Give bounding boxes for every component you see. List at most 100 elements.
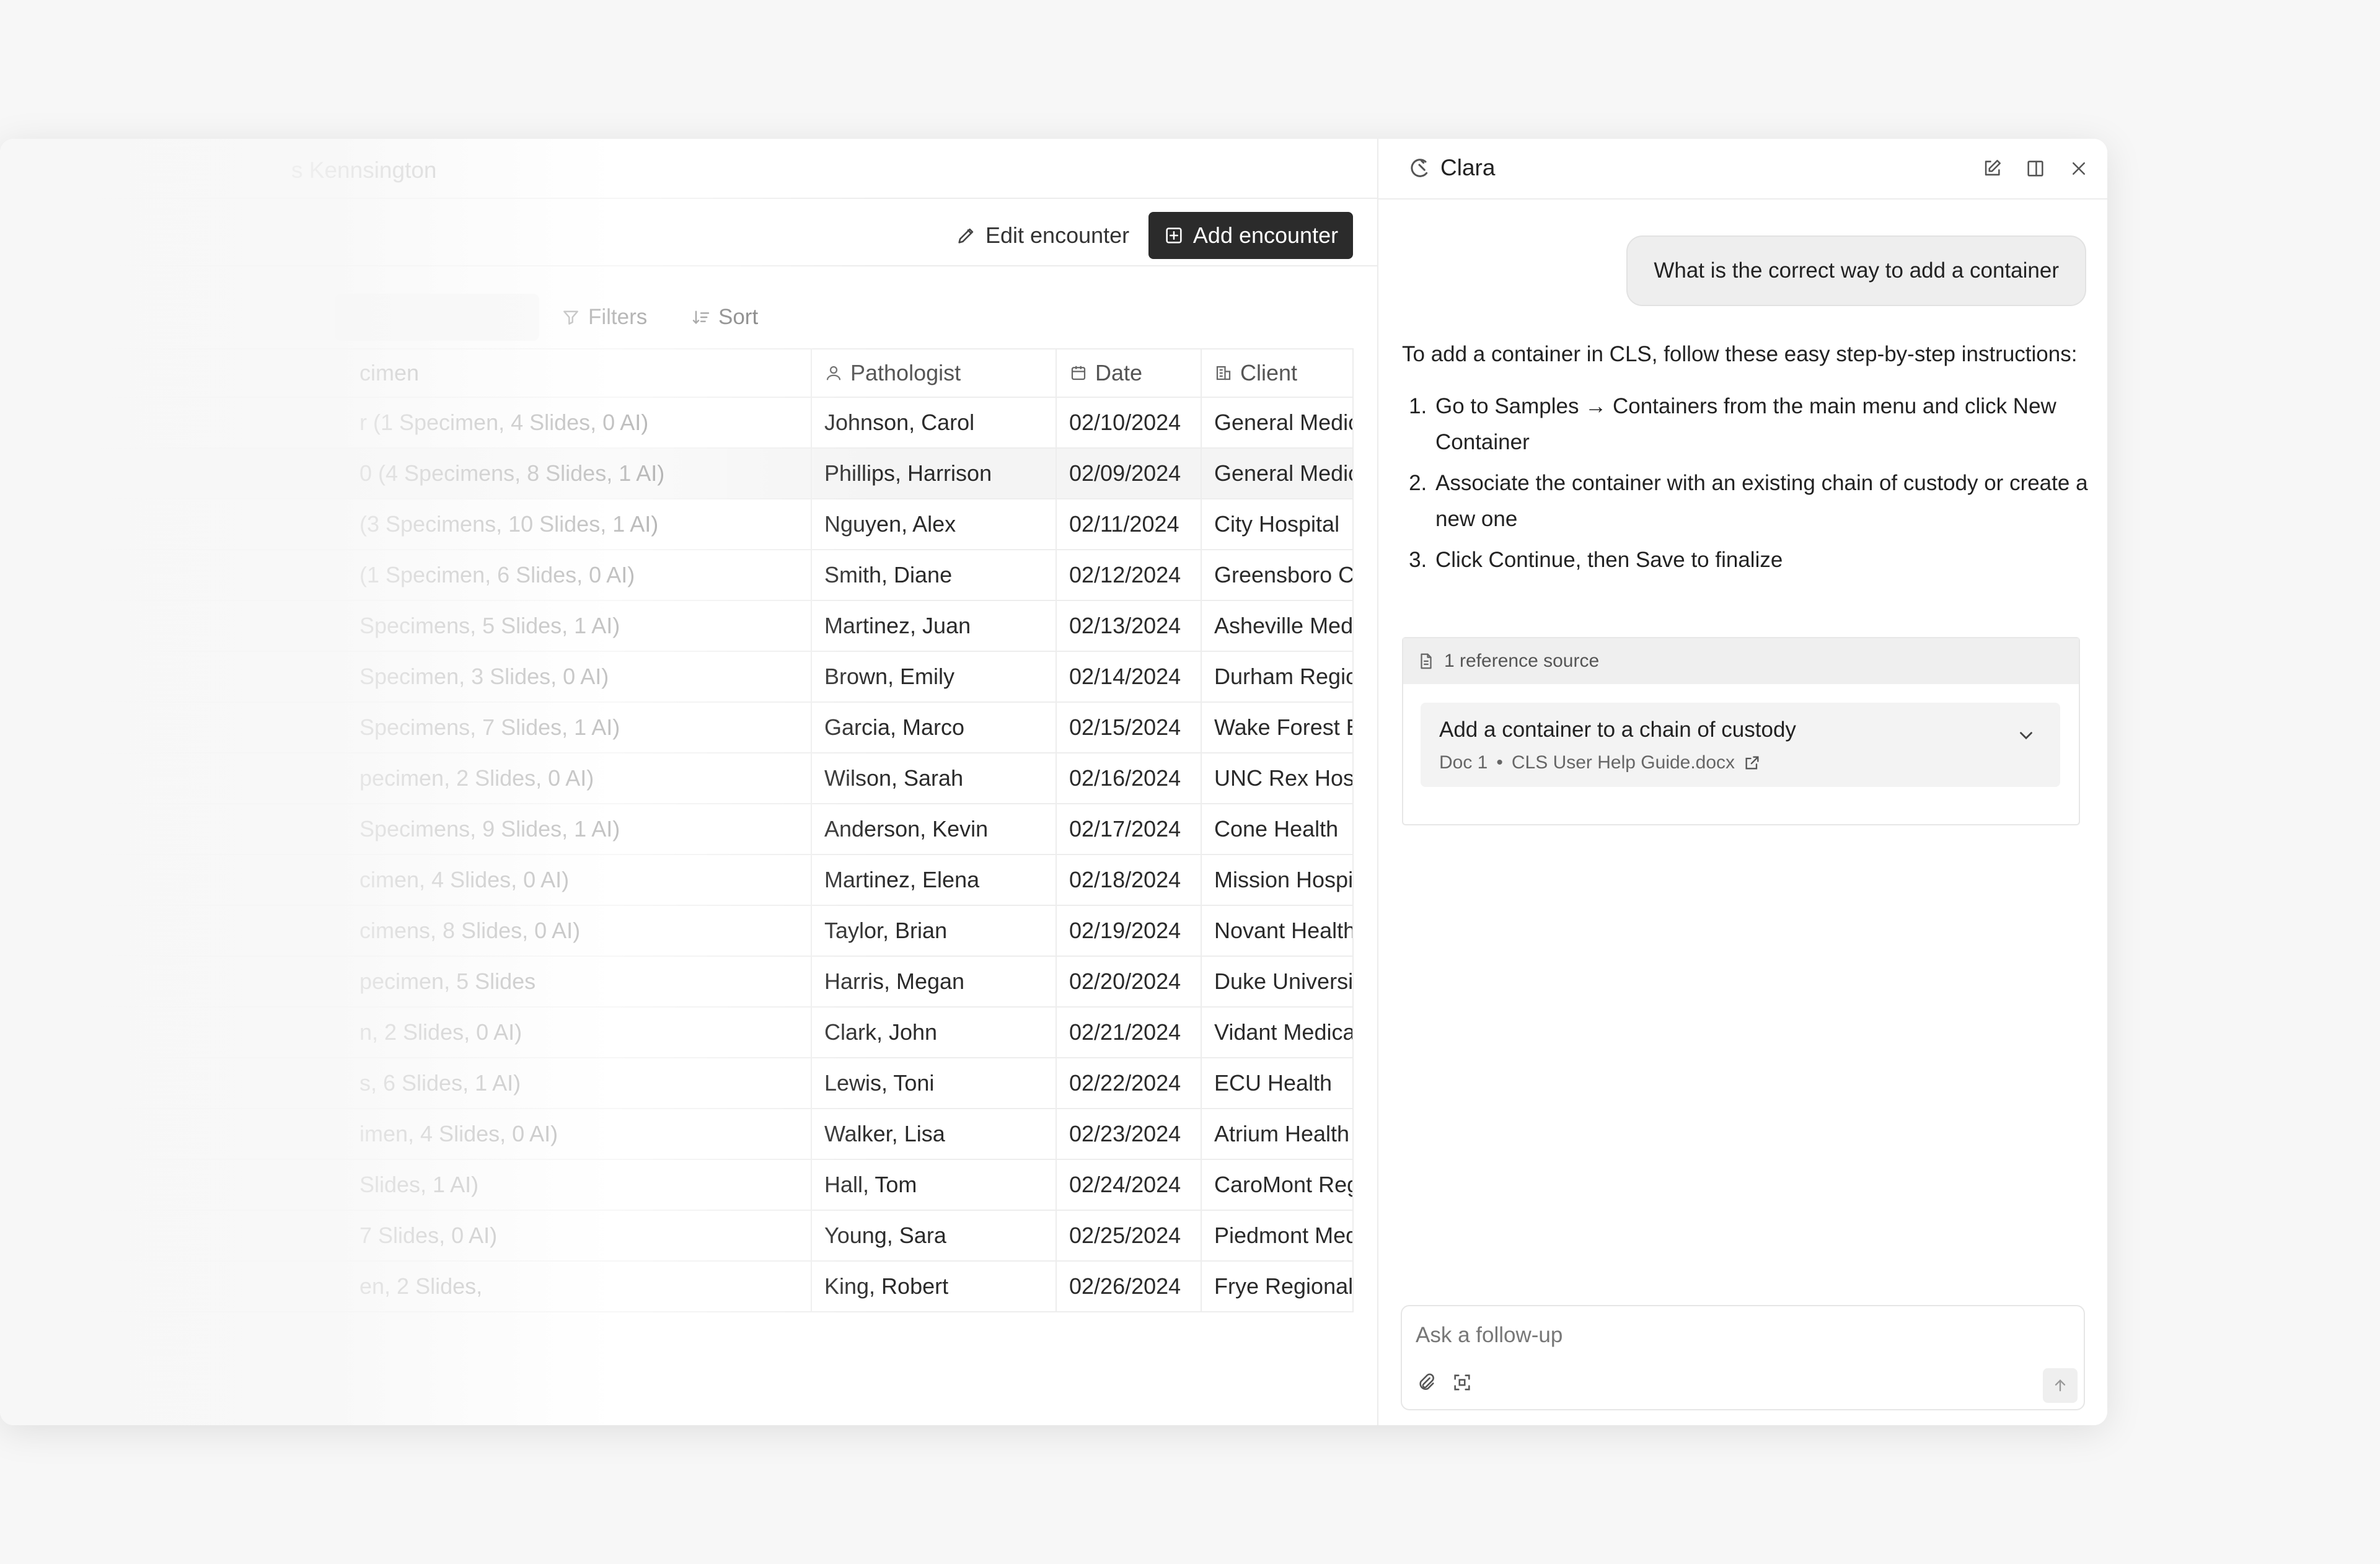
specimen-cell: Specimen, 3 Slides, 0 AI) — [359, 664, 609, 689]
column-header-client[interactable]: Client — [1201, 349, 1354, 397]
date-cell: 02/26/2024 — [1056, 1262, 1201, 1311]
pathologist-cell: Taylor, Brian — [811, 906, 1056, 956]
reference-file[interactable]: CLS User Help Guide.docx — [1512, 752, 1735, 773]
date-cell: 02/11/2024 — [1056, 499, 1201, 549]
column-header-date[interactable]: Date — [1056, 349, 1201, 397]
column-header-specimen[interactable]: cimen — [347, 349, 811, 397]
client-cell: Asheville Med — [1201, 601, 1354, 651]
specimen-cell: r (1 Specimen, 4 Slides, 0 AI) — [359, 410, 649, 435]
paperclip-icon[interactable] — [1416, 1372, 1437, 1393]
client-cell: CaroMont Reg — [1201, 1160, 1354, 1210]
table-row[interactable]: Specimen, 3 Slides, 0 AI) Brown, Emily 02/… — [0, 652, 1354, 703]
external-link-icon[interactable] — [1743, 754, 1761, 771]
reference-count: 1 reference source — [1444, 651, 1600, 671]
table-row[interactable]: en, 2 Slides, King, Robert 02/26/2024 Frye … — [0, 1262, 1354, 1312]
pathologist-cell: Johnson, Carol — [811, 398, 1056, 447]
table-row[interactable]: 7 Slides, 0 AI) Young, Sara 02/25/2024 Pied… — [0, 1211, 1354, 1262]
specimen-cell: s, 6 Slides, 1 AI) — [359, 1070, 521, 1096]
table-row[interactable]: pecimen, 2 Slides, 0 AI) Wilson, Sarah 02/… — [0, 753, 1354, 804]
filters-button[interactable]: Filters — [561, 299, 647, 336]
date-cell: 02/23/2024 — [1056, 1109, 1201, 1159]
table-row[interactable]: r (1 Specimen, 4 Slides, 0 AI) Johnson, C… — [0, 398, 1354, 449]
follow-up-input[interactable] — [1414, 1317, 2037, 1353]
assistant-answer: To add a container in CLS, follow these … — [1402, 338, 2090, 583]
edit-encounter-label: Edit encounter — [985, 222, 1130, 248]
user-message: What is the correct way to add a contain… — [1626, 235, 2086, 306]
pathologist-cell: Nguyen, Alex — [811, 499, 1056, 549]
add-encounter-button[interactable]: Add encounter — [1148, 212, 1353, 259]
answer-step: Click Continue, then Save to finalize — [1433, 542, 2090, 578]
specimen-cell: (3 Specimens, 10 Slides, 1 AI) — [359, 511, 659, 537]
column-label: Pathologist — [850, 360, 961, 385]
specimen-cell: 7 Slides, 0 AI) — [359, 1223, 498, 1248]
specimen-cell: Specimens, 5 Slides, 1 AI) — [359, 613, 620, 638]
page-title: s Kennsington — [291, 157, 437, 183]
specimen-cell: imen, 4 Slides, 0 AI) — [359, 1121, 558, 1146]
pathologist-cell: Garcia, Marco — [811, 703, 1056, 752]
pathologist-cell: Martinez, Juan — [811, 601, 1056, 651]
assistant-name: Clara — [1440, 155, 1496, 180]
answer-intro: To add a container in CLS, follow these … — [1402, 342, 2078, 366]
column-label: Date — [1095, 360, 1143, 385]
table-row[interactable]: Specimens, 7 Slides, 1 AI) Garcia, Marco 0… — [0, 703, 1354, 753]
table-header: cimen Pathologist Date Client — [0, 348, 1354, 398]
pencil-icon — [958, 228, 974, 244]
specimen-cell: Specimens, 7 Slides, 1 AI) — [359, 714, 620, 740]
client-cell: General Medical — [1201, 398, 1354, 447]
table-row[interactable]: s, 6 Slides, 1 AI) Lewis, Toni 02/22/2024 E… — [0, 1058, 1354, 1109]
date-cell: 02/09/2024 — [1056, 449, 1201, 498]
send-button[interactable] — [2043, 1368, 2078, 1403]
date-cell: 02/17/2024 — [1056, 804, 1201, 854]
chevron-down-icon[interactable] — [2016, 725, 2037, 746]
app-window: s Kennsington Edit encounter Add encount… — [0, 139, 2107, 1425]
close-icon[interactable] — [2066, 156, 2091, 181]
new-chat-icon[interactable] — [1980, 156, 2004, 181]
client-cell: General Medical — [1201, 449, 1354, 498]
date-cell: 02/18/2024 — [1056, 855, 1201, 905]
pathologist-cell: Anderson, Kevin — [811, 804, 1056, 854]
date-cell: 02/19/2024 — [1056, 906, 1201, 956]
pathologist-cell: King, Robert — [811, 1262, 1056, 1311]
arrow-up-icon — [2055, 1379, 2066, 1392]
table-row[interactable]: (3 Specimens, 10 Slides, 1 AI) Nguyen, Al… — [0, 499, 1354, 550]
pathologist-cell: Hall, Tom — [811, 1160, 1056, 1210]
table-row[interactable]: cimen, 4 Slides, 0 AI) Martinez, Elena 02/… — [0, 855, 1354, 906]
client-cell: Durham Regio — [1201, 652, 1354, 701]
column-header-pathologist[interactable]: Pathologist — [811, 349, 1056, 397]
screenshot-icon[interactable] — [1452, 1372, 1473, 1393]
client-cell: Greensboro C — [1201, 550, 1354, 600]
edit-encounter-button[interactable]: Edit encounter — [942, 213, 1143, 258]
client-cell: Duke Universi — [1201, 957, 1354, 1006]
composer-actions — [1416, 1372, 1473, 1393]
client-cell: City Hospital — [1201, 499, 1354, 549]
table-row[interactable]: pecimen, 5 Slides Harris, Megan 02/20/2024… — [0, 957, 1354, 1008]
specimen-cell: en, 2 Slides, — [359, 1273, 483, 1299]
table-body: r (1 Specimen, 4 Slides, 0 AI) Johnson, C… — [0, 398, 1354, 1312]
table-row[interactable]: Slides, 1 AI) Hall, Tom 02/24/2024 CaroMont… — [0, 1160, 1354, 1211]
date-cell: 02/13/2024 — [1056, 601, 1201, 651]
assistant-title: Clara — [1407, 155, 1495, 181]
reference-title: Add a container to a chain of custody — [1439, 718, 1796, 742]
client-cell: ECU Health — [1201, 1058, 1354, 1108]
reference-card[interactable]: Add a container to a chain of custody Do… — [1421, 703, 2060, 787]
date-cell: 02/16/2024 — [1056, 753, 1201, 803]
table-row[interactable]: Specimens, 5 Slides, 1 AI) Martinez, Juan… — [0, 601, 1354, 652]
follow-up-composer — [1401, 1305, 2085, 1410]
add-encounter-label: Add encounter — [1192, 222, 1339, 248]
document-icon — [1421, 653, 1432, 669]
table-row[interactable]: cimens, 8 Slides, 0 AI) Taylor, Brian 02/1… — [0, 906, 1354, 957]
divider — [0, 265, 1377, 266]
pathologist-cell: Phillips, Harrison — [811, 449, 1056, 498]
table-row[interactable]: 0 (4 Specimens, 8 Slides, 1 AI) Phillips,… — [0, 449, 1354, 499]
date-cell: 02/10/2024 — [1056, 398, 1201, 447]
table-row[interactable]: Specimens, 9 Slides, 1 AI) Anderson, Kevi… — [0, 804, 1354, 855]
table-row[interactable]: (1 Specimen, 6 Slides, 0 AI) Smith, Diane… — [0, 550, 1354, 601]
date-cell: 02/21/2024 — [1056, 1008, 1201, 1057]
table-row[interactable]: imen, 4 Slides, 0 AI) Walker, Lisa 02/23/2… — [0, 1109, 1354, 1160]
table-row[interactable]: n, 2 Slides, 0 AI) Clark, John 02/21/2024 V… — [0, 1008, 1354, 1058]
sort-button[interactable]: Sort — [691, 299, 758, 336]
search-input[interactable] — [335, 294, 539, 341]
answer-steps: Go to Samples → Containers from the main… — [1402, 389, 2090, 578]
date-cell: 02/20/2024 — [1056, 957, 1201, 1006]
split-view-icon[interactable] — [2023, 156, 2048, 181]
